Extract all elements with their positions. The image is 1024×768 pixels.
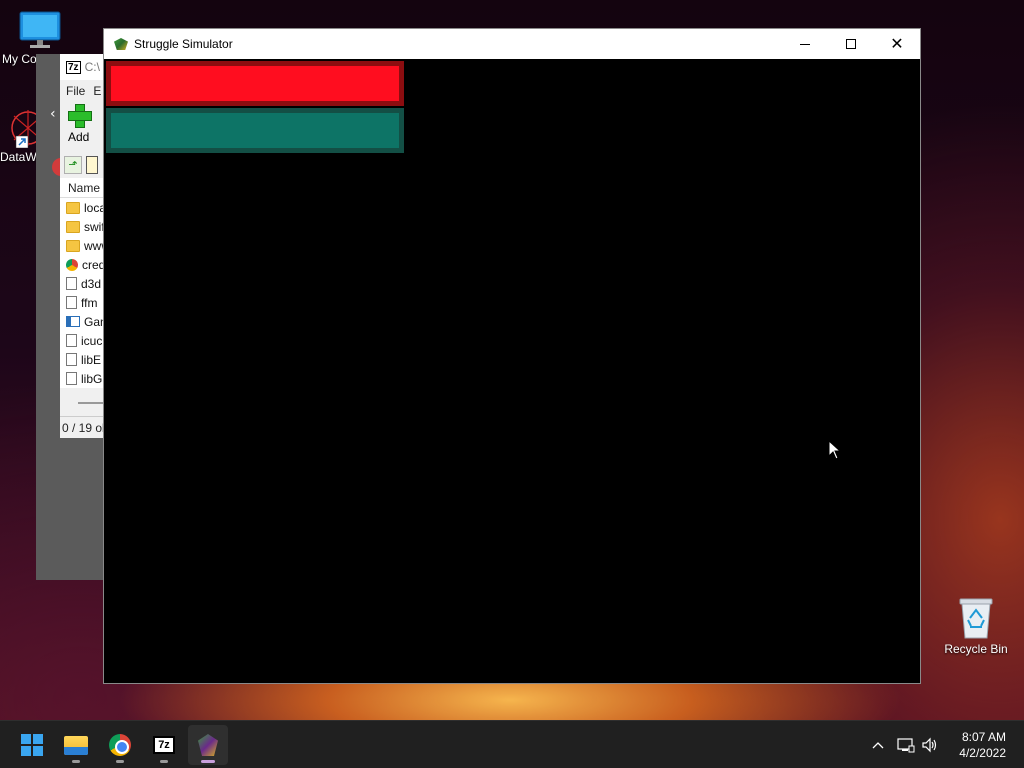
7zip-logo-icon: 7z [66,60,81,74]
monitor-icon [19,11,61,48]
start-button[interactable] [12,725,52,765]
taskbar-clock[interactable]: 8:07 AM 4/2/2022 [959,729,1006,761]
taskbar-7zip[interactable]: 7z [144,725,184,765]
chevron-up-icon[interactable] [866,733,890,757]
status-bar: 0 / 19 ob [60,416,106,438]
running-indicator [72,760,80,763]
maximize-icon [846,39,856,49]
dll-icon [66,372,77,385]
mouse-cursor-icon [828,440,842,460]
7zip-address-bar: ⬏ [60,152,106,178]
folder-icon [66,239,80,252]
volume-icon[interactable] [918,733,942,757]
folder-icon [66,220,80,233]
desktop-icon-recycle-bin[interactable]: Recycle Bin [940,596,1012,656]
minimize-button[interactable] [782,29,828,59]
taskbar: 7z 8:07 AM 4/2/2022 [0,720,1024,768]
file-name: swif [84,219,105,234]
network-icon[interactable] [894,733,918,757]
dll-icon [66,353,77,366]
struggle-simulator-window: Struggle Simulator ✕ [103,28,921,684]
address-folder-icon[interactable] [86,156,98,174]
list-item[interactable]: Gan [60,312,106,331]
app-icon [66,316,80,327]
taskbar-struggle-simulator[interactable] [188,725,228,765]
horizontal-scrollbar[interactable] [78,402,106,404]
window-titlebar[interactable]: Struggle Simulator ✕ [104,29,920,59]
7zip-toolbar: Add [60,102,106,152]
list-item[interactable]: www [60,236,106,255]
dll-icon [66,296,77,309]
file-name: icuc [81,333,103,348]
7zip-icon: 7z [153,736,175,754]
file-name: libG [81,371,103,386]
list-item[interactable]: libG [60,369,106,388]
list-item[interactable]: d3d [60,274,106,293]
list-item[interactable]: swif [60,217,106,236]
list-item[interactable]: libE [60,350,106,369]
stamina-bar [106,108,404,153]
health-bar-fill [111,66,399,101]
close-icon: ✕ [890,34,904,53]
file-icon [66,334,77,347]
game-canvas[interactable] [104,59,920,683]
struggle-simulator-icon [198,734,218,756]
window-controls: ✕ [782,29,920,59]
taskbar-file-explorer[interactable] [56,725,96,765]
desktop-icon-label: Recycle Bin [944,642,1008,656]
list-item[interactable]: loca [60,198,106,217]
file-name: ffm [81,295,98,310]
close-button[interactable]: ✕ [874,29,920,59]
add-button-label: Add [68,130,90,144]
chrome-icon [66,258,78,271]
running-indicator [201,760,215,763]
system-tray [866,721,942,768]
minimize-icon [800,43,810,45]
struggle-simulator-app-icon [113,36,129,52]
recycle-bin-icon [959,598,993,639]
file-explorer-icon [64,735,88,755]
running-indicator [160,760,168,763]
up-folder-icon[interactable]: ⬏ [64,156,82,174]
chrome-icon [109,734,131,756]
7zip-titlebar: 7z C:\ [60,54,106,80]
menu-file[interactable]: File [66,84,85,98]
stamina-bar-fill [111,113,399,148]
clock-date: 4/2/2022 [959,746,1006,760]
7zip-window-title: C:\ [84,60,100,74]
folder-icon [66,201,80,214]
health-bar [106,61,404,106]
list-item[interactable]: cred [60,255,106,274]
7zip-file-manager-window: 7z C:\ File E Add ⬏ Name loca swif www c… [60,54,106,438]
column-header-name[interactable]: Name [60,178,106,198]
running-indicator [116,760,124,763]
plus-icon [68,104,92,128]
add-button[interactable]: Add [68,104,106,144]
back-arrow-icon: ‹ [50,106,56,122]
list-item[interactable]: ffm [60,293,106,312]
7zip-menubar: File E [60,80,106,102]
start-icon [21,734,43,756]
file-list: loca swif www cred d3d ffm Gan icuc libE… [60,198,106,388]
maximize-button[interactable] [828,29,874,59]
list-item[interactable]: icuc [60,331,106,350]
file-name: libE [81,352,102,367]
file-name: d3d [81,276,102,291]
menu-edit[interactable]: E [93,84,101,98]
dll-icon [66,277,77,290]
window-title: Struggle Simulator [134,37,233,51]
clock-time: 8:07 AM [961,730,1006,744]
file-name: cred [82,257,106,272]
taskbar-chrome[interactable] [100,725,140,765]
